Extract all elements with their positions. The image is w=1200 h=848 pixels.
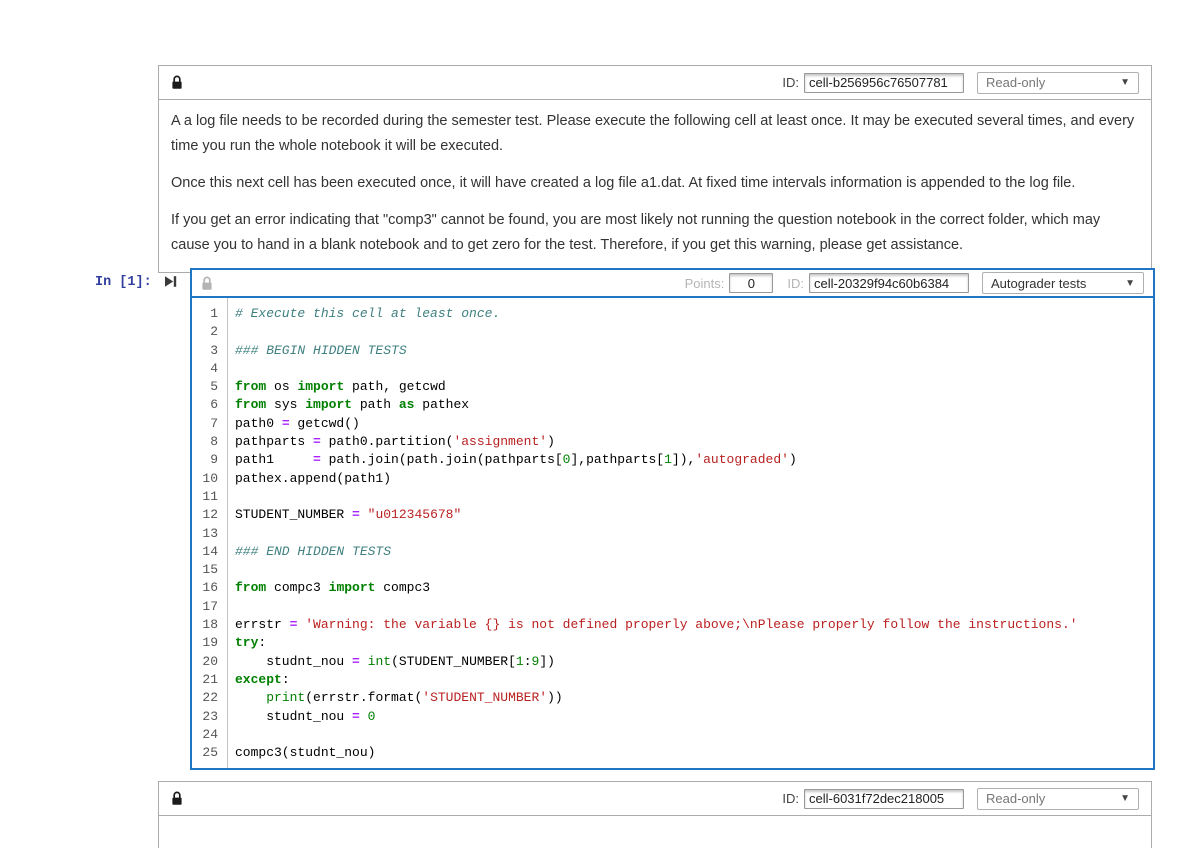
code-line[interactable]: studnt_nou = int(STUDENT_NUMBER[1:9]): [235, 653, 1153, 671]
nbgrader-cell-toolbar: Points: ID: Autograder tests ▼: [192, 270, 1153, 298]
lock-icon: [171, 791, 183, 806]
points-input[interactable]: [729, 273, 773, 293]
line-number: 14: [192, 543, 218, 561]
nbgrader-cell-toolbar: ID: Read-only ▼: [159, 782, 1151, 816]
line-number-gutter: 1234567891011121314151617181920212223242…: [192, 298, 228, 768]
cell-type-select[interactable]: Read-only ▼: [977, 72, 1139, 94]
code-line[interactable]: compc3(studnt_nou): [235, 744, 1153, 762]
nbgrader-cell-toolbar: ID: Read-only ▼: [159, 66, 1151, 100]
lock-icon: [171, 75, 183, 90]
markdown-body[interactable]: [159, 816, 1151, 827]
line-number: 23: [192, 708, 218, 726]
code-line[interactable]: print(errstr.format('STUDENT_NUMBER')): [235, 689, 1153, 707]
cell-type-select[interactable]: Read-only ▼: [977, 788, 1139, 810]
code-line[interactable]: from os import path, getcwd: [235, 378, 1153, 396]
code-line[interactable]: try:: [235, 634, 1153, 652]
code-line[interactable]: studnt_nou = 0: [235, 708, 1153, 726]
line-number: 9: [192, 451, 218, 469]
line-number: 19: [192, 634, 218, 652]
code-line[interactable]: [235, 525, 1153, 543]
cell-type-value: Read-only: [986, 75, 1120, 90]
line-number: 13: [192, 525, 218, 543]
line-number: 12: [192, 506, 218, 524]
code-line[interactable]: # Execute this cell at least once.: [235, 305, 1153, 323]
line-number: 21: [192, 671, 218, 689]
code-line[interactable]: [235, 561, 1153, 579]
cell-type-value: Autograder tests: [991, 276, 1125, 291]
points-label: Points:: [685, 276, 725, 291]
code-line[interactable]: STUDENT_NUMBER = "u012345678": [235, 506, 1153, 524]
line-number: 16: [192, 579, 218, 597]
line-number: 15: [192, 561, 218, 579]
code-line[interactable]: pathex.append(path1): [235, 470, 1153, 488]
markdown-cell-bottom: ID: Read-only ▼: [158, 781, 1152, 848]
cell-type-value: Read-only: [986, 791, 1120, 806]
notebook-page: ID: Read-only ▼ A a log file needs to be…: [0, 0, 1200, 848]
code-lines[interactable]: # Execute this cell at least once. ### B…: [228, 298, 1153, 768]
line-number: 17: [192, 598, 218, 616]
cell-id-input[interactable]: [804, 73, 964, 93]
line-number: 24: [192, 726, 218, 744]
markdown-paragraph: If you get an error indicating that "com…: [171, 208, 1139, 258]
line-number: 4: [192, 360, 218, 378]
code-line[interactable]: from sys import path as pathex: [235, 396, 1153, 414]
line-number: 18: [192, 616, 218, 634]
dropdown-arrow-icon: ▼: [1120, 77, 1130, 88]
dropdown-arrow-icon: ▼: [1120, 793, 1130, 804]
code-line[interactable]: errstr = 'Warning: the variable {} is no…: [235, 616, 1153, 634]
input-prompt: In [1]:: [95, 275, 152, 290]
code-line[interactable]: [235, 323, 1153, 341]
markdown-cell: ID: Read-only ▼ A a log file needs to be…: [158, 65, 1152, 273]
id-label: ID:: [782, 75, 799, 90]
markdown-paragraph: A a log file needs to be recorded during…: [171, 109, 1139, 159]
code-line[interactable]: ### BEGIN HIDDEN TESTS: [235, 342, 1153, 360]
code-editor[interactable]: 1234567891011121314151617181920212223242…: [192, 298, 1153, 768]
code-line[interactable]: path1 = path.join(path.join(pathparts[0]…: [235, 451, 1153, 469]
line-number: 20: [192, 653, 218, 671]
cell-id-input[interactable]: [809, 273, 969, 293]
markdown-body[interactable]: A a log file needs to be recorded during…: [159, 100, 1151, 272]
line-number: 1: [192, 305, 218, 323]
lock-icon: [201, 276, 213, 291]
code-line[interactable]: from compc3 import compc3: [235, 579, 1153, 597]
line-number: 22: [192, 689, 218, 707]
id-label: ID:: [787, 276, 804, 291]
id-label: ID:: [782, 791, 799, 806]
line-number: 8: [192, 433, 218, 451]
line-number: 11: [192, 488, 218, 506]
markdown-paragraph: Once this next cell has been executed on…: [171, 171, 1139, 196]
cell-type-select[interactable]: Autograder tests ▼: [982, 272, 1144, 294]
code-line[interactable]: [235, 360, 1153, 378]
cell-id-input[interactable]: [804, 789, 964, 809]
line-number: 5: [192, 378, 218, 396]
code-line[interactable]: [235, 488, 1153, 506]
code-line[interactable]: except:: [235, 671, 1153, 689]
code-cell: Points: ID: Autograder tests ▼ 123456789…: [190, 268, 1155, 770]
code-line[interactable]: path0 = getcwd(): [235, 415, 1153, 433]
line-number: 3: [192, 342, 218, 360]
code-line[interactable]: [235, 598, 1153, 616]
code-line[interactable]: ### END HIDDEN TESTS: [235, 543, 1153, 561]
dropdown-arrow-icon: ▼: [1125, 278, 1135, 289]
line-number: 7: [192, 415, 218, 433]
line-number: 10: [192, 470, 218, 488]
code-line[interactable]: [235, 726, 1153, 744]
code-line[interactable]: pathparts = path0.partition('assignment'…: [235, 433, 1153, 451]
line-number: 6: [192, 396, 218, 414]
step-forward-icon: [163, 274, 178, 294]
line-number: 2: [192, 323, 218, 341]
line-number: 25: [192, 744, 218, 762]
